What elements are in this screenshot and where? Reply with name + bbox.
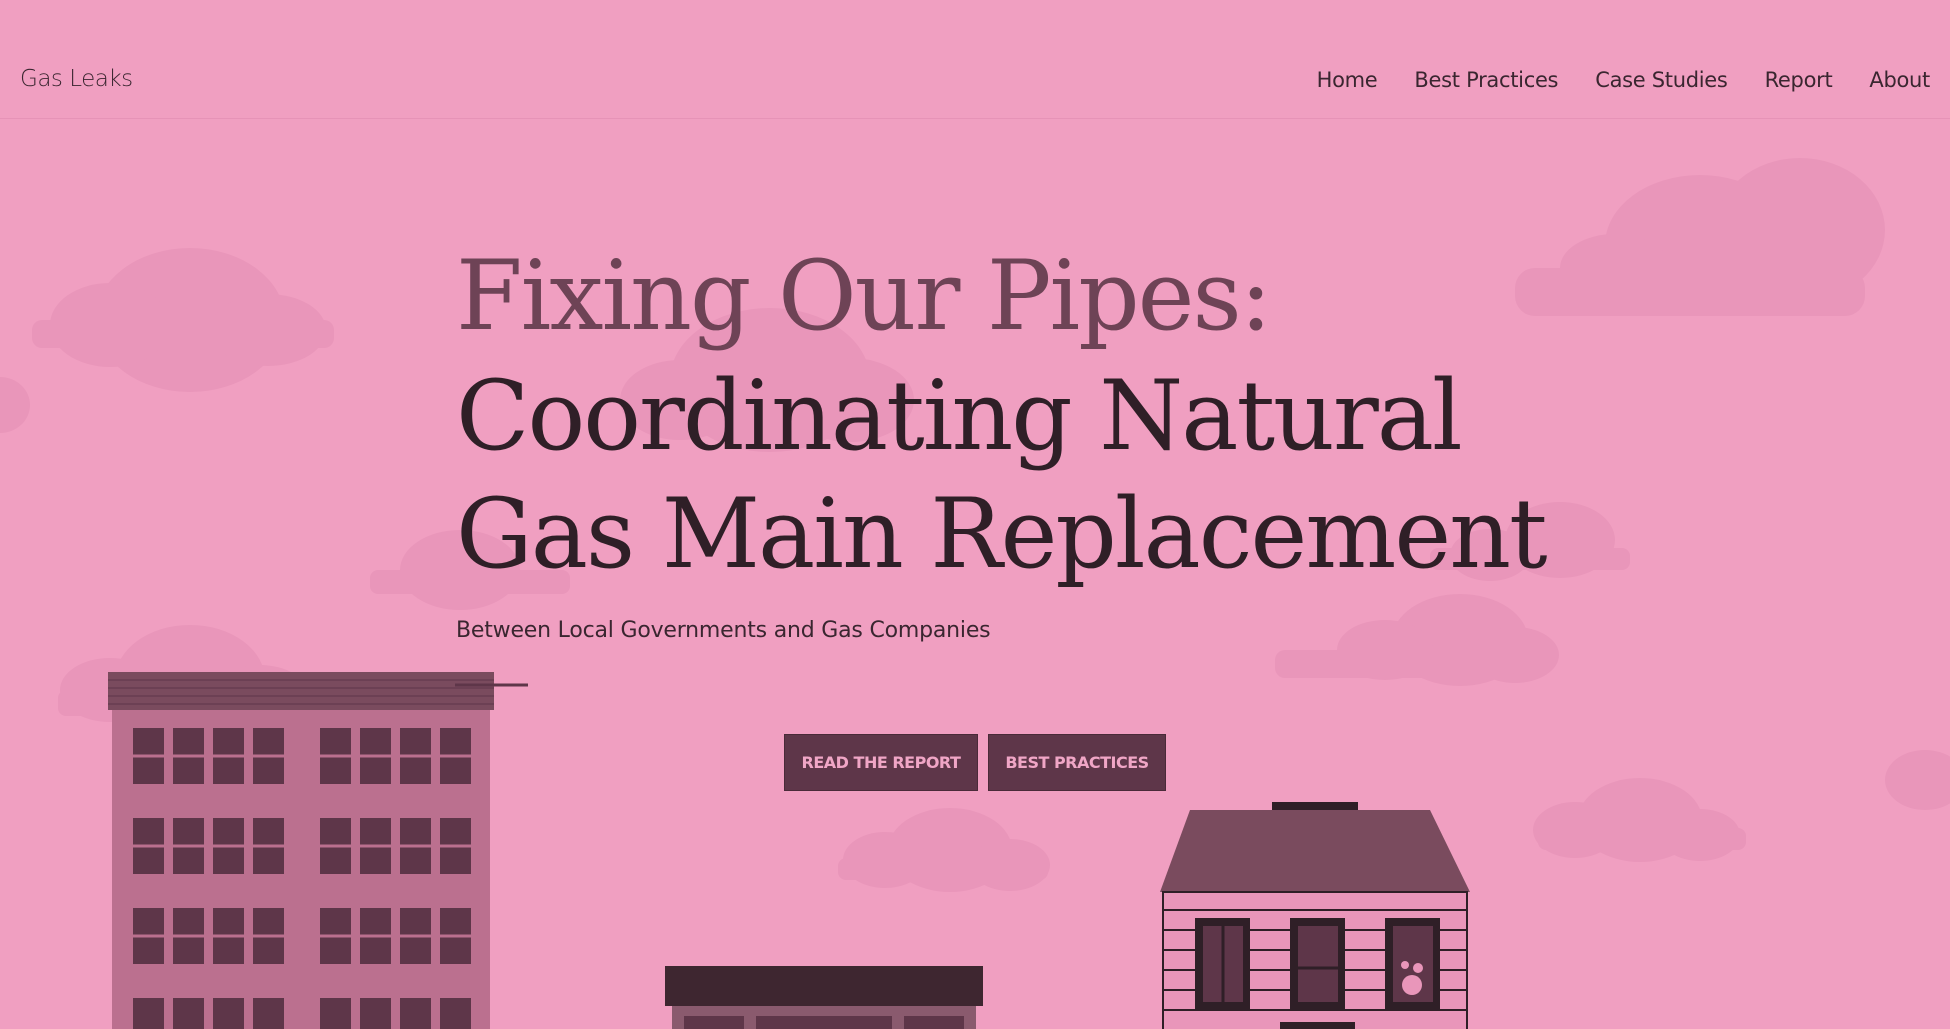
cloud	[838, 808, 1050, 892]
cloud	[1515, 158, 1885, 316]
hero-title-line-3: Gas Main Replacement	[456, 478, 1548, 590]
nav-case-studies[interactable]: Case Studies	[1595, 68, 1728, 92]
storefront-building	[665, 966, 983, 1029]
hero-title-line-1: Fixing Our Pipes:	[456, 240, 1272, 352]
nav-home[interactable]: Home	[1317, 68, 1378, 92]
site-header: Gas Leaks Home Best Practices Case Studi…	[0, 0, 1950, 119]
nav-best-practices[interactable]: Best Practices	[1414, 68, 1558, 92]
hero-subtitle: Between Local Governments and Gas Compan…	[456, 618, 991, 643]
read-report-button[interactable]: READ THE REPORT	[784, 734, 978, 791]
nav-report[interactable]: Report	[1765, 68, 1833, 92]
cloud	[32, 248, 334, 392]
nav-about[interactable]: About	[1869, 68, 1930, 92]
cloud	[1275, 594, 1559, 686]
apartment-building	[108, 672, 528, 1029]
house-building	[1160, 802, 1470, 1029]
best-practices-button[interactable]: BEST PRACTICES	[988, 734, 1166, 791]
brand-logo-link[interactable]: Gas Leaks	[20, 66, 133, 92]
hero-title-line-2: Coordinating Natural	[456, 360, 1463, 472]
cloud	[1533, 778, 1746, 862]
main-nav: Home Best Practices Case Studies Report …	[1317, 68, 1931, 92]
